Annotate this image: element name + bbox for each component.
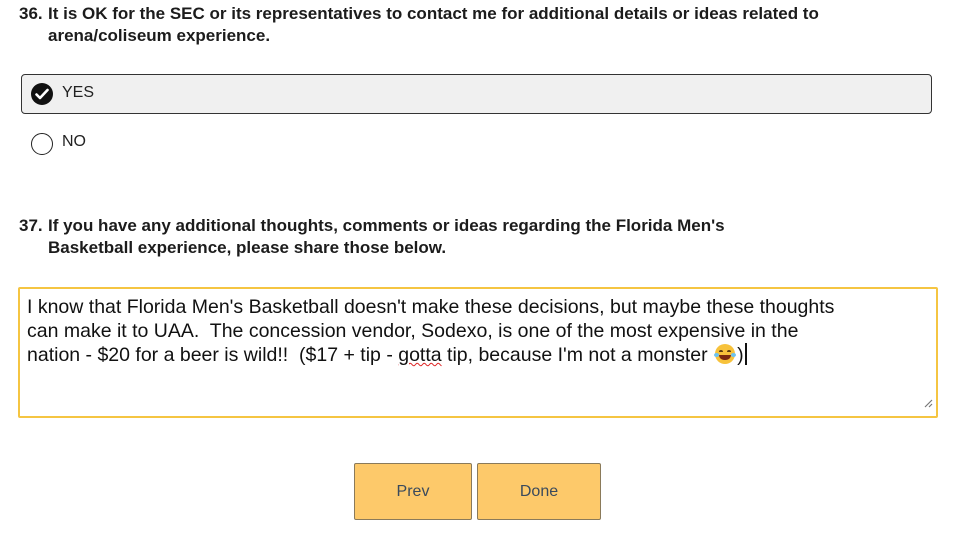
comment-line-3a: nation - $20 for a beer is wild!! ($17 +… — [27, 344, 399, 366]
option-label-no: NO — [62, 133, 86, 150]
prev-button[interactable]: Prev — [354, 463, 472, 520]
question-text-line1: If you have any additional thoughts, com… — [48, 216, 725, 235]
done-button[interactable]: Done — [477, 463, 601, 520]
option-no[interactable]: NO — [21, 123, 932, 163]
question-number: 36. — [19, 4, 43, 23]
comment-line-3b: tip, because I'm not a monster — [441, 344, 714, 366]
resize-handle-icon[interactable] — [923, 395, 933, 413]
question-36: 36. It is OK for the SEC or its represent… — [19, 3, 919, 47]
question-text-line1: It is OK for the SEC or its representati… — [48, 4, 819, 23]
option-yes[interactable]: YES — [21, 74, 932, 114]
question-number: 37. — [19, 216, 43, 235]
comments-textarea[interactable]: I know that Florida Men's Basketball doe… — [18, 287, 938, 418]
laughing-emoji-icon — [714, 344, 737, 364]
text-cursor — [744, 343, 747, 365]
comment-line-2: can make it to UAA. The concession vendo… — [27, 320, 799, 342]
question-37: 37. If you have any additional thoughts, … — [19, 215, 919, 259]
question-text-line2: Basketball experience, please share thos… — [48, 238, 447, 257]
comments-text[interactable]: I know that Florida Men's Basketball doe… — [27, 295, 907, 367]
comment-line-3c: ) — [737, 344, 744, 366]
question-text-line2: arena/coliseum experience. — [48, 26, 271, 45]
checked-radio-icon[interactable] — [31, 83, 53, 105]
comment-line-1: I know that Florida Men's Basketball doe… — [27, 296, 835, 318]
spellcheck-word: gotta — [398, 344, 442, 366]
unchecked-radio-icon[interactable] — [31, 133, 53, 155]
option-label-yes: YES — [62, 84, 95, 101]
